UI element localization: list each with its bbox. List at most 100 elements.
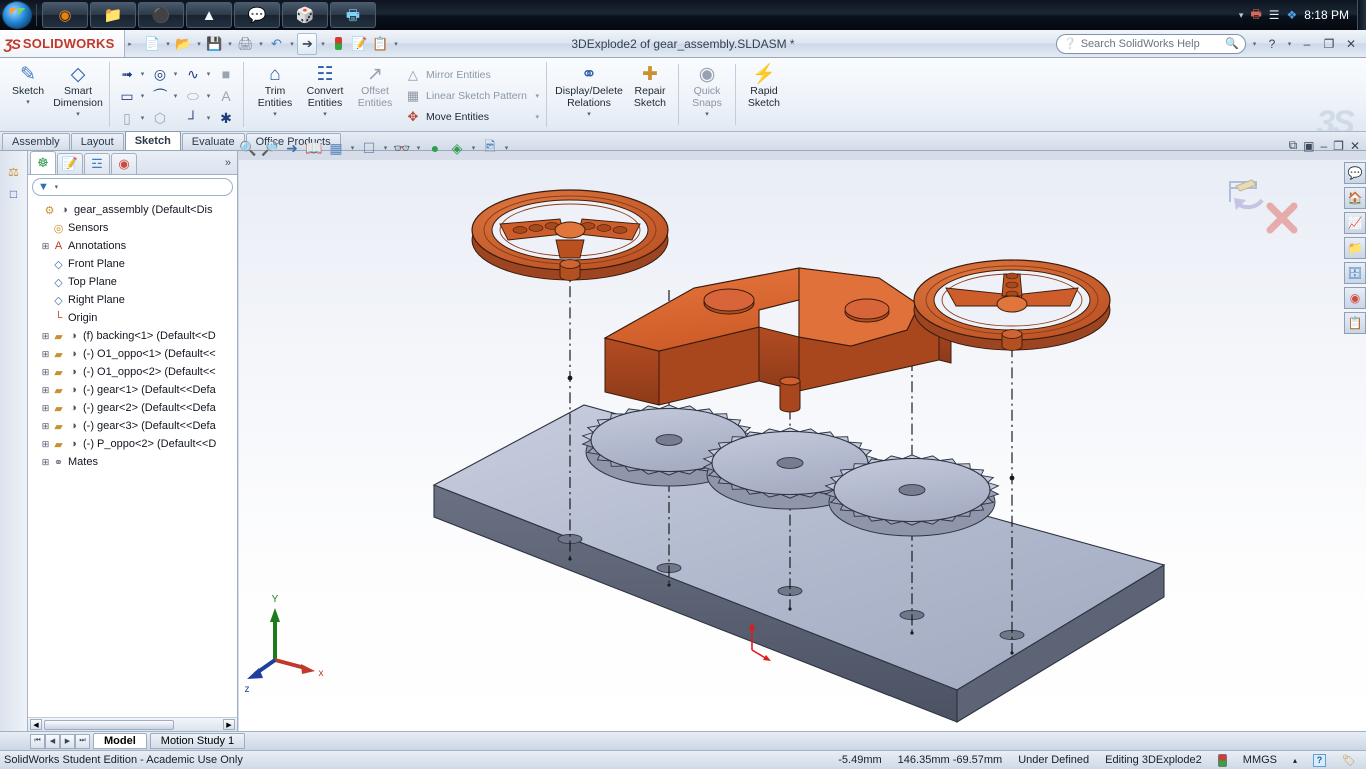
display-manager-icon[interactable]: 🖻: [480, 138, 500, 158]
options-icon[interactable]: 📝: [349, 33, 369, 55]
property-manager-tab[interactable]: 📝: [57, 153, 83, 174]
display-manager-tab[interactable]: ◉: [111, 153, 137, 174]
view-palette-icon[interactable]: 🗄: [1344, 262, 1366, 284]
traffic-light-icon[interactable]: [328, 33, 348, 55]
display-delete-relations-button[interactable]: ⚭ Display/Delete Relations ▾: [553, 60, 625, 129]
taskbar-item-messenger[interactable]: 💬: [234, 2, 280, 28]
sketch-pattern-icon[interactable]: ■: [215, 64, 237, 85]
display-style-icon[interactable]: ☐: [359, 138, 379, 158]
feature-filter-input[interactable]: ▼ ▾: [32, 178, 233, 196]
convert-entities-button[interactable]: ☷ Convert Entities ▾: [300, 60, 350, 129]
slot-tool-icon[interactable]: ▯: [116, 108, 138, 129]
tab-assembly[interactable]: Assembly: [2, 133, 70, 150]
smart-dimension-dropdown-caret[interactable]: ▾: [76, 111, 80, 119]
nav-next-button[interactable]: ▶: [60, 733, 75, 749]
settings-list-icon[interactable]: 📋: [370, 33, 390, 55]
tree-expand-icon[interactable]: ⊞: [40, 385, 51, 396]
repair-sketch-button[interactable]: ✚ Repair Sketch: [625, 60, 675, 129]
zoom-area-icon[interactable]: 🔎: [260, 138, 280, 158]
restore-button[interactable]: ❐: [1320, 35, 1338, 53]
hide-show-icon[interactable]: 👓: [392, 138, 412, 158]
taskbar-item-solidworks[interactable]: 🎲: [282, 2, 328, 28]
spline-tool-icon[interactable]: ∿: [182, 64, 204, 85]
tree-item[interactable]: ⊞ ▰ ◑ (f) backing<1> (Default<<D: [31, 327, 237, 345]
tree-expand-icon[interactable]: ⊞: [40, 403, 51, 414]
point-tool-icon[interactable]: ✱: [215, 108, 237, 129]
configuration-manager-tab[interactable]: ☲: [84, 153, 110, 174]
solidworks-resources-icon[interactable]: 💬: [1344, 162, 1366, 184]
fillet-tool-icon[interactable]: ┘: [182, 108, 204, 129]
select-arrow-icon[interactable]: ➔: [297, 32, 318, 55]
slot-dropdown-caret[interactable]: ▾: [138, 114, 147, 122]
tree-item[interactable]: ◇ Front Plane: [31, 255, 237, 273]
feature-manager-tab[interactable]: ☸: [30, 151, 56, 174]
zoom-to-fit-icon[interactable]: 🔍: [238, 138, 258, 158]
tree-expand-icon[interactable]: ⊞: [40, 241, 51, 252]
design-library-icon[interactable]: 🏠: [1344, 187, 1366, 209]
open-folder-icon[interactable]: 📂: [173, 33, 193, 55]
menu-expand-caret[interactable]: ▸: [125, 40, 134, 48]
tab-motion-study-1[interactable]: Motion Study 1: [149, 733, 246, 749]
help-search-input[interactable]: ❔ Search SolidWorks Help 🔍: [1056, 33, 1246, 54]
sketch-confirmation-corner[interactable]: [1224, 174, 1304, 244]
panel-horizontal-scrollbar[interactable]: ◀ ▶: [28, 717, 237, 731]
taskbar-item-window[interactable]: 🖶: [330, 2, 376, 28]
tree-item[interactable]: ◇ Right Plane: [31, 291, 237, 309]
display-style-caret[interactable]: ▾: [381, 144, 390, 152]
tab-model[interactable]: Model: [93, 733, 147, 749]
rapid-sketch-button[interactable]: ⚡ Rapid Sketch: [739, 60, 789, 129]
scroll-right-button[interactable]: ▶: [223, 719, 235, 730]
rectangle-tool-icon[interactable]: ▭: [116, 86, 138, 107]
line-tool-icon[interactable]: ➟: [116, 64, 138, 85]
mirror-entities-item[interactable]: △ Mirror Entities: [405, 66, 541, 85]
relations-dropdown-caret[interactable]: ▾: [587, 111, 591, 119]
linear-pattern-dropdown-caret[interactable]: ▾: [535, 92, 539, 100]
model-3d-view[interactable]: Y x z: [239, 160, 1366, 731]
tree-item[interactable]: ⚙ ◑ gear_assembly (Default<Dis: [31, 201, 237, 219]
view-settings-caret[interactable]: ▾: [469, 144, 478, 152]
tag-icon[interactable]: 🏷: [1342, 754, 1356, 767]
split-vertical-icon[interactable]: ▣: [1303, 139, 1314, 153]
tree-item[interactable]: ⊞ ⚭ Mates: [31, 453, 237, 471]
doc-minimize-button[interactable]: –: [1320, 139, 1327, 153]
print-dropdown-caret[interactable]: ▾: [256, 40, 265, 48]
print-icon[interactable]: 🖨: [235, 33, 255, 55]
help-dropdown-caret[interactable]: ▾: [1285, 40, 1294, 48]
tree-expand-icon[interactable]: ⊞: [40, 457, 51, 468]
rectangle-dropdown-caret[interactable]: ▾: [138, 92, 147, 100]
doc-restore-button[interactable]: ❐: [1333, 139, 1344, 153]
search-folder-icon[interactable]: 📁: [1344, 237, 1366, 259]
view-settings-icon[interactable]: ◈: [447, 138, 467, 158]
tree-item[interactable]: ⊞ ▰ ◑ (-) O1_oppo<1> (Default<<: [31, 345, 237, 363]
offset-entities-button[interactable]: ↗ Offset Entities: [350, 60, 400, 129]
smart-dimension-button[interactable]: ◇ Smart Dimension ▾: [53, 60, 103, 129]
tree-expand-icon[interactable]: ⊞: [40, 349, 51, 360]
tree-expand-icon[interactable]: ⊞: [40, 331, 51, 342]
ellipse-dropdown-caret[interactable]: ▾: [204, 92, 213, 100]
ellipse-tool-icon[interactable]: ⬭: [182, 86, 204, 107]
tab-layout[interactable]: Layout: [70, 133, 124, 150]
settings-dropdown-caret[interactable]: ▾: [391, 40, 400, 48]
save-icon[interactable]: 💾: [204, 33, 224, 55]
step-icon[interactable]: □: [10, 187, 17, 201]
taskbar-item-steam[interactable]: ⚫: [138, 2, 184, 28]
tree-item[interactable]: ◎ Sensors: [31, 219, 237, 237]
undo-icon[interactable]: ↶: [266, 33, 286, 55]
close-button[interactable]: ✕: [1342, 35, 1360, 53]
move-entities-dropdown-caret[interactable]: ▾: [535, 113, 539, 121]
tree-item[interactable]: ⊞ ▰ ◑ (-) gear<3> (Default<<Defa: [31, 417, 237, 435]
tree-item[interactable]: ⊞ ▰ ◑ (-) P_oppo<2> (Default<<D: [31, 435, 237, 453]
quick-snaps-button[interactable]: ◉ Quick Snaps ▾: [682, 60, 732, 129]
display-manager-caret[interactable]: ▾: [502, 144, 511, 152]
rebuild-indicator-icon[interactable]: [1217, 753, 1227, 767]
doc-close-button[interactable]: ✕: [1350, 139, 1360, 153]
convert-dropdown-caret[interactable]: ▾: [323, 111, 327, 119]
search-icon[interactable]: 🔍: [1225, 37, 1239, 50]
previous-view-icon[interactable]: ➜: [282, 138, 302, 158]
dropbox-icon[interactable]: ❖: [1287, 8, 1298, 22]
trim-entities-button[interactable]: ⌂ Trim Entities ▾: [250, 60, 300, 129]
sketch-plane-icon[interactable]: ⚖: [8, 165, 19, 179]
appearances-icon[interactable]: ◉: [1344, 287, 1366, 309]
printer-icon[interactable]: 🖶: [1250, 5, 1261, 26]
view-orientation-caret[interactable]: ▾: [348, 144, 357, 152]
